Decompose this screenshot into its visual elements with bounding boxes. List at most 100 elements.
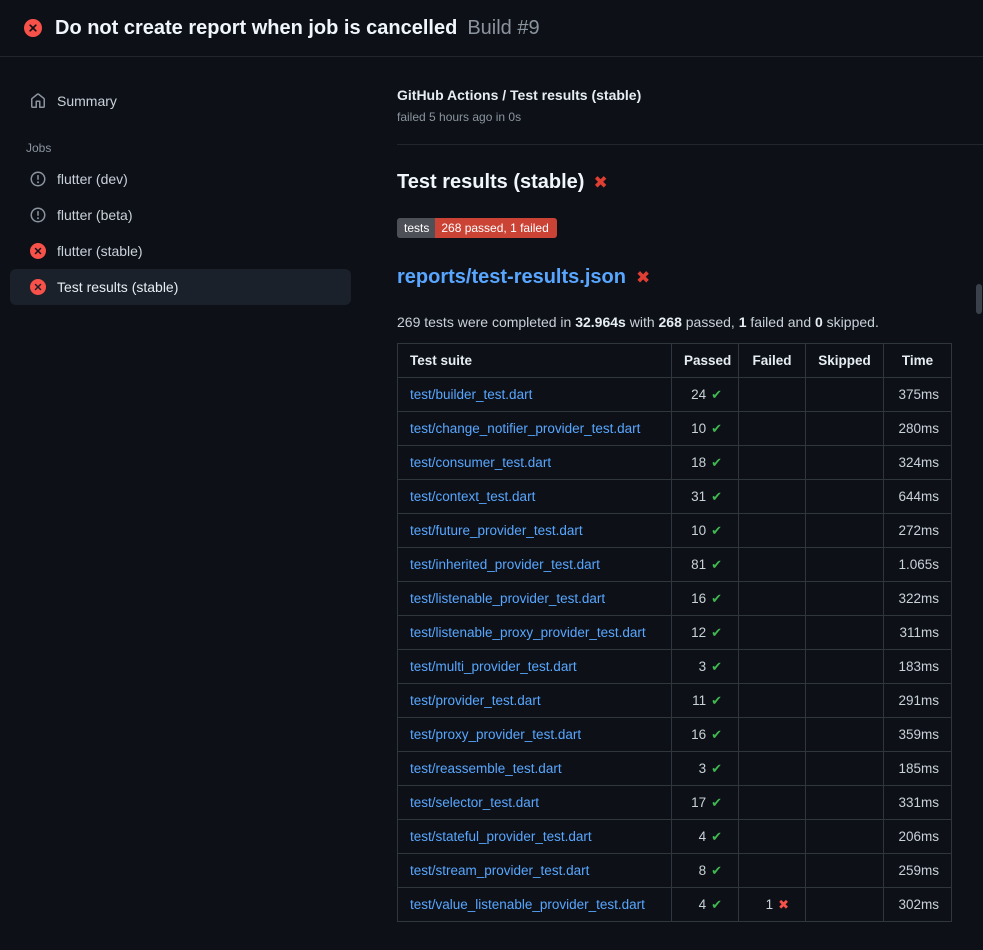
scrollbar-thumb[interactable] bbox=[976, 284, 982, 314]
failed-cell bbox=[739, 378, 806, 412]
passed-count: 31 bbox=[691, 489, 706, 504]
skipped-cell bbox=[806, 786, 884, 820]
passed-cell: 18 ✔ bbox=[672, 446, 739, 480]
skipped-cell bbox=[806, 650, 884, 684]
time-cell: 291ms bbox=[884, 684, 952, 718]
failed-cell bbox=[739, 480, 806, 514]
job-label: flutter (beta) bbox=[57, 207, 132, 223]
skipped-cell bbox=[806, 820, 884, 854]
suite-cell: test/provider_test.dart bbox=[398, 684, 672, 718]
table-row: test/selector_test.dart17✔331ms bbox=[398, 786, 952, 820]
time-cell: 272ms bbox=[884, 514, 952, 548]
sidebar-item-flutter-stable[interactable]: flutter (stable) bbox=[10, 233, 351, 269]
table-row: test/consumer_test.dart 18 ✔ 324ms bbox=[398, 446, 952, 480]
check-icon: ✔ bbox=[711, 863, 722, 878]
passed-count: 4 bbox=[699, 897, 707, 912]
suite-cell: test/inherited_provider_test.dart bbox=[398, 548, 672, 582]
skipped-cell bbox=[806, 446, 884, 480]
suite-cell: test/value_listenable_provider_test.dart bbox=[398, 888, 672, 922]
time-cell: 259ms bbox=[884, 854, 952, 888]
failed-cell bbox=[739, 548, 806, 582]
suite-cell: test/consumer_test.dart bbox=[398, 446, 672, 480]
passed-count: 16 bbox=[691, 591, 706, 606]
test-suite-link[interactable]: test/stream_provider_test.dart bbox=[410, 863, 589, 878]
sidebar-item-flutter-beta[interactable]: flutter (beta) bbox=[10, 197, 351, 233]
skipped-cell bbox=[806, 514, 884, 548]
test-suite-link[interactable]: test/listenable_proxy_provider_test.dart bbox=[410, 625, 646, 640]
check-icon: ✔ bbox=[711, 727, 722, 742]
time-cell: 311ms bbox=[884, 616, 952, 650]
time-cell: 1.065s bbox=[884, 548, 952, 582]
failed-cell: 1✖ bbox=[739, 888, 806, 922]
badge-label: tests bbox=[397, 218, 435, 238]
report-file-link[interactable]: reports/test-results.json bbox=[397, 266, 626, 289]
column-header-passed: Passed bbox=[672, 344, 739, 378]
check-icon: ✔ bbox=[711, 455, 722, 470]
table-row: test/listenable_proxy_provider_test.dart… bbox=[398, 616, 952, 650]
x-circle-icon bbox=[24, 19, 42, 37]
x-circle-icon bbox=[30, 279, 46, 295]
suite-cell: test/stream_provider_test.dart bbox=[398, 854, 672, 888]
passed-count: 12 bbox=[691, 625, 706, 640]
test-suite-link[interactable]: test/selector_test.dart bbox=[410, 795, 539, 810]
failed-count: 1 bbox=[766, 897, 774, 912]
breadcrumb[interactable]: GitHub Actions / Test results (stable) bbox=[397, 87, 951, 103]
time-cell: 206ms bbox=[884, 820, 952, 854]
test-suite-link[interactable]: test/context_test.dart bbox=[410, 489, 535, 504]
suite-cell: test/selector_test.dart bbox=[398, 786, 672, 820]
test-suite-link[interactable]: test/consumer_test.dart bbox=[410, 455, 551, 470]
table-row: test/value_listenable_provider_test.dart… bbox=[398, 888, 952, 922]
test-suite-link[interactable]: test/inherited_provider_test.dart bbox=[410, 557, 600, 572]
time-cell: 302ms bbox=[884, 888, 952, 922]
suite-cell: test/context_test.dart bbox=[398, 480, 672, 514]
passed-cell: 3✔ bbox=[672, 752, 739, 786]
sidebar-item-summary[interactable]: Summary bbox=[10, 83, 351, 119]
passed-count: 3 bbox=[699, 761, 707, 776]
table-row: test/context_test.dart31✔644ms bbox=[398, 480, 952, 514]
test-suite-link[interactable]: test/future_provider_test.dart bbox=[410, 523, 583, 538]
time-cell: 331ms bbox=[884, 786, 952, 820]
passed-cell: 3✔ bbox=[672, 650, 739, 684]
test-suite-link[interactable]: test/provider_test.dart bbox=[410, 693, 541, 708]
passed-cell: 10✔ bbox=[672, 514, 739, 548]
jobs-section-label: Jobs bbox=[26, 141, 351, 155]
test-suite-link[interactable]: test/proxy_provider_test.dart bbox=[410, 727, 581, 742]
suite-cell: test/listenable_provider_test.dart bbox=[398, 582, 672, 616]
neutral-status-icon bbox=[30, 207, 46, 223]
test-suite-link[interactable]: test/listenable_provider_test.dart bbox=[410, 591, 605, 606]
test-suite-link[interactable]: test/reassemble_test.dart bbox=[410, 761, 562, 776]
passed-cell: 10✔ bbox=[672, 412, 739, 446]
check-icon: ✔ bbox=[711, 659, 722, 674]
column-header-skipped: Skipped bbox=[806, 344, 884, 378]
skipped-cell bbox=[806, 582, 884, 616]
time-cell: 324ms bbox=[884, 446, 952, 480]
passed-count: 10 bbox=[691, 523, 706, 538]
check-icon: ✔ bbox=[711, 795, 722, 810]
sidebar-item-flutter-dev[interactable]: flutter (dev) bbox=[10, 161, 351, 197]
test-suite-link[interactable]: test/change_notifier_provider_test.dart bbox=[410, 421, 640, 436]
passed-cell: 11✔ bbox=[672, 684, 739, 718]
table-row: test/listenable_provider_test.dart16✔322… bbox=[398, 582, 952, 616]
check-icon: ✔ bbox=[711, 761, 722, 776]
test-suite-link[interactable]: test/stateful_provider_test.dart bbox=[410, 829, 592, 844]
test-suite-link[interactable]: test/multi_provider_test.dart bbox=[410, 659, 577, 674]
skipped-cell bbox=[806, 412, 884, 446]
neutral-status-icon bbox=[30, 171, 46, 187]
passed-cell: 81✔ bbox=[672, 548, 739, 582]
check-icon: ✔ bbox=[711, 897, 722, 912]
failed-cell bbox=[739, 616, 806, 650]
time-cell: 375ms bbox=[884, 378, 952, 412]
test-suite-link[interactable]: test/value_listenable_provider_test.dart bbox=[410, 897, 645, 912]
jobs-list: flutter (dev) flutter (beta) flutter (stab… bbox=[10, 161, 351, 305]
passed-count: 18 bbox=[691, 455, 706, 470]
sidebar-item-test-results-stable[interactable]: Test results (stable) bbox=[10, 269, 351, 305]
suite-cell: test/builder_test.dart bbox=[398, 378, 672, 412]
check-section-title: Test results (stable) bbox=[397, 171, 584, 194]
passed-cell: 12✔ bbox=[672, 616, 739, 650]
failed-cell bbox=[739, 752, 806, 786]
test-suite-link[interactable]: test/builder_test.dart bbox=[410, 387, 532, 402]
suite-cell: test/stateful_provider_test.dart bbox=[398, 820, 672, 854]
table-row: test/builder_test.dart24✔375ms bbox=[398, 378, 952, 412]
skipped-cell bbox=[806, 718, 884, 752]
passed-count: 8 bbox=[699, 863, 707, 878]
